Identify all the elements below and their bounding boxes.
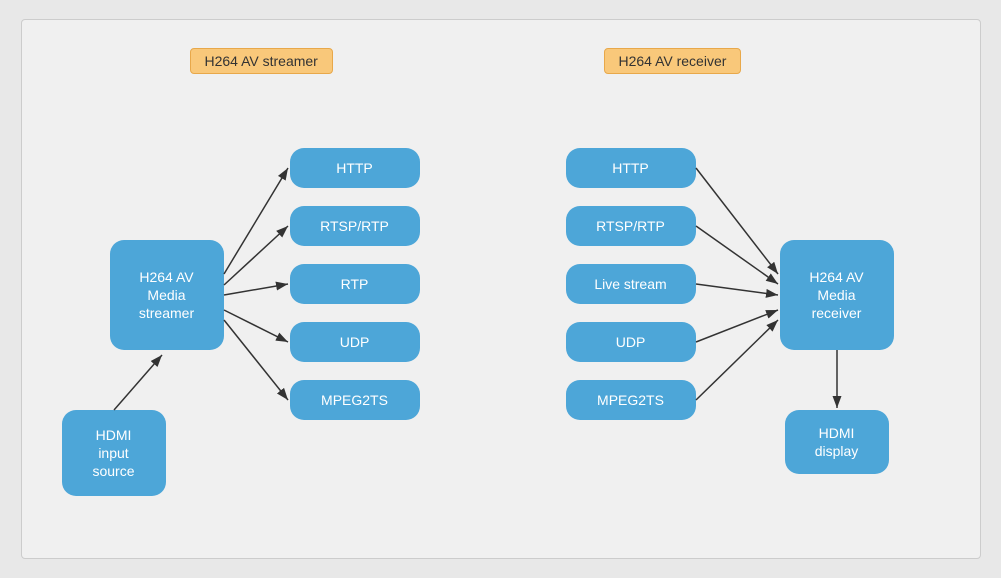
receiver-group-label: H264 AV receiver	[604, 48, 742, 74]
http-right-box: HTTP	[566, 148, 696, 188]
rtp-left-box: RTP	[290, 264, 420, 304]
mpeg2ts-right-box: MPEG2TS	[566, 380, 696, 420]
http-left-box: HTTP	[290, 148, 420, 188]
mpeg2ts-left-box: MPEG2TS	[290, 380, 420, 420]
rtsp-left-box: RTSP/RTP	[290, 206, 420, 246]
livestream-right-box: Live stream	[566, 264, 696, 304]
udp-right-box: UDP	[566, 322, 696, 362]
udp-left-box: UDP	[290, 322, 420, 362]
streamer-group-label: H264 AV streamer	[190, 48, 333, 74]
av-receiver-box: H264 AV Media receiver	[780, 240, 894, 350]
hdmi-source-box: HDMI input source	[62, 410, 166, 496]
diagram-container: H264 AV streamer H264 AV receiver HDMI i…	[21, 19, 981, 559]
hdmi-display-box: HDMI display	[785, 410, 889, 474]
rtsp-right-box: RTSP/RTP	[566, 206, 696, 246]
av-streamer-box: H264 AV Media streamer	[110, 240, 224, 350]
